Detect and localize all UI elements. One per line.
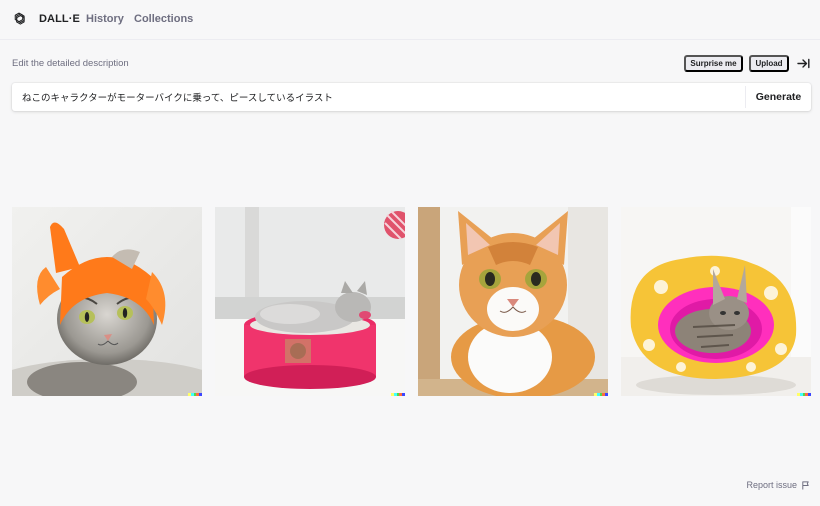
result-image-1[interactable] bbox=[12, 207, 202, 396]
dalle-app: DALL·E History Collections Edit the deta… bbox=[0, 0, 820, 506]
dalle-signature-3 bbox=[594, 393, 608, 396]
top-bar: DALL·E History Collections bbox=[0, 0, 820, 40]
report-issue-label: Report issue bbox=[746, 480, 797, 490]
cat-in-yellow-bed-image bbox=[621, 207, 811, 396]
orange-white-cat-image bbox=[418, 207, 608, 396]
dalle-signature-1 bbox=[188, 393, 202, 396]
brand-title[interactable]: DALL·E bbox=[39, 13, 80, 25]
arrow-to-right-icon bbox=[796, 58, 809, 68]
result-image-2[interactable] bbox=[215, 207, 405, 396]
kitten-in-pink-bowl-image bbox=[215, 207, 405, 396]
flag-icon bbox=[802, 480, 809, 490]
collapse-panel-button[interactable] bbox=[795, 56, 811, 70]
generate-button[interactable]: Generate bbox=[746, 83, 811, 111]
openai-logo-icon[interactable] bbox=[11, 11, 27, 27]
dalle-signature-4 bbox=[797, 393, 811, 396]
upload-button[interactable]: Upload bbox=[749, 55, 789, 72]
prompt-input[interactable] bbox=[12, 83, 745, 111]
dalle-signature-2 bbox=[391, 393, 405, 396]
prompt-bar: Generate bbox=[12, 83, 811, 111]
surprise-me-button[interactable]: Surprise me bbox=[684, 55, 743, 72]
cat-orange-hat-image bbox=[12, 207, 202, 396]
prompt-label: Edit the detailed description bbox=[12, 58, 129, 69]
result-image-3[interactable] bbox=[418, 207, 608, 396]
nav-history[interactable]: History bbox=[86, 13, 124, 25]
report-issue-link[interactable]: Report issue bbox=[746, 480, 810, 490]
result-image-4[interactable] bbox=[621, 207, 811, 396]
nav-collections[interactable]: Collections bbox=[134, 13, 193, 25]
